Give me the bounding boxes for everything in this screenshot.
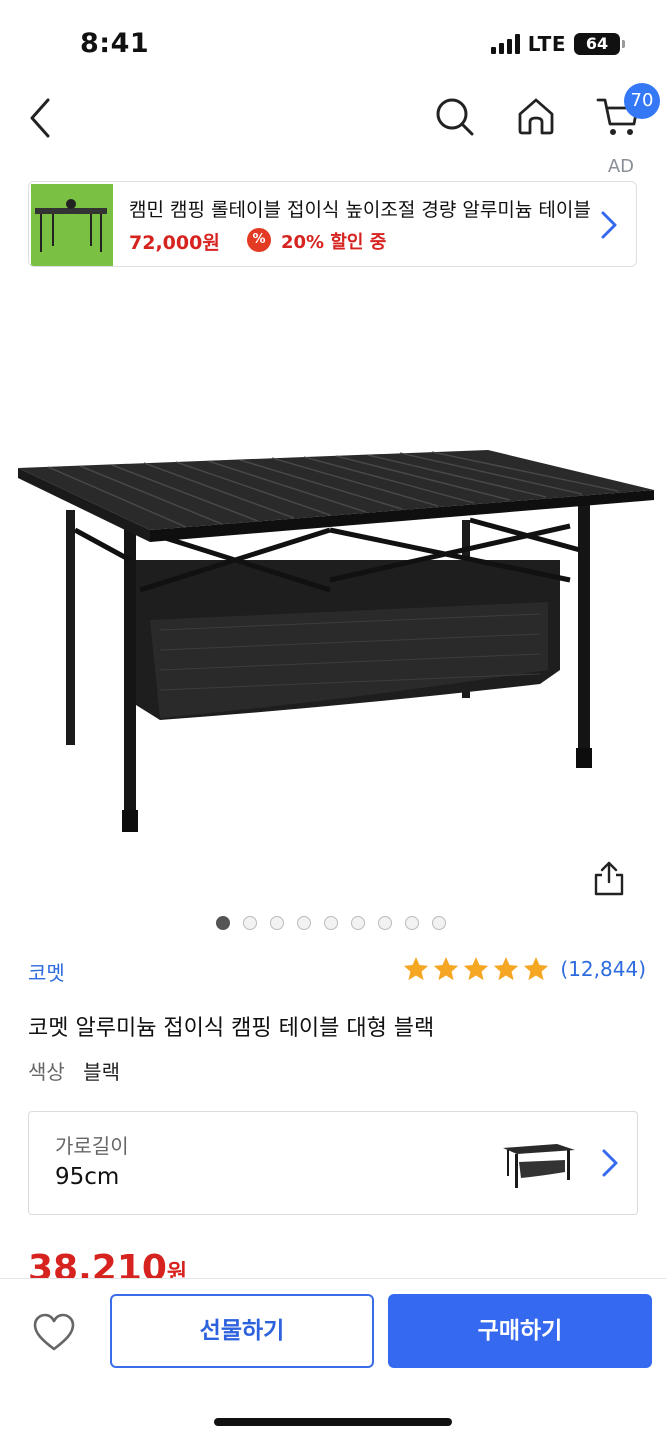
star-icon xyxy=(494,957,519,981)
sale-price: 38,210원 xyxy=(28,1248,187,1278)
option-value: 95cm xyxy=(55,1164,120,1190)
top-nav xyxy=(0,80,666,160)
price-unit: 원 xyxy=(166,1261,188,1278)
pagination-dot[interactable] xyxy=(405,916,419,930)
pagination-dot[interactable] xyxy=(351,916,365,930)
pagination-dot[interactable] xyxy=(378,916,392,930)
product-title: 코멧 알루미늄 접이식 캠핑 테이블 대형 블랙 xyxy=(28,1016,435,1041)
chevron-right-icon xyxy=(602,1149,618,1177)
rating-count[interactable]: (12,844) xyxy=(560,957,646,981)
camping-table-image xyxy=(18,450,654,832)
bottom-action-bar: 선물하기 구매하기 xyxy=(0,1278,666,1440)
heart-icon[interactable] xyxy=(32,1313,76,1353)
search-icon[interactable] xyxy=(434,96,476,138)
brand-link[interactable]: 코멧 xyxy=(28,957,65,986)
rating-stars xyxy=(402,955,550,983)
gallery-pagination xyxy=(216,916,446,930)
pagination-dot[interactable] xyxy=(243,916,257,930)
option-thumbnail xyxy=(503,1144,575,1188)
star-icon xyxy=(524,957,549,981)
ad-price: 72,000원 xyxy=(129,232,220,254)
network-label: LTE xyxy=(527,32,566,56)
star-icon xyxy=(404,957,429,981)
pagination-dot[interactable] xyxy=(297,916,311,930)
ad-title: 캠민 캠핑 롤테이블 접이식 높이조절 경량 알루미늄 테이블 xyxy=(129,199,591,221)
cart-count-badge: 70 xyxy=(624,83,660,119)
color-value: 블랙 xyxy=(83,1060,120,1084)
home-indicator xyxy=(214,1418,452,1426)
color-label: 색상 xyxy=(28,1060,65,1084)
chevron-right-icon xyxy=(601,211,617,239)
buy-button[interactable]: 구매하기 xyxy=(388,1294,652,1368)
signal-icon xyxy=(490,34,520,54)
color-row: 색상 블랙 xyxy=(28,1056,120,1085)
ad-table-image xyxy=(35,199,107,252)
pagination-dot[interactable] xyxy=(432,916,446,930)
ad-thumbnail xyxy=(31,184,113,266)
status-indicators: LTE 64 xyxy=(490,32,625,56)
width-option-selector[interactable]: 가로길이 95cm xyxy=(28,1111,638,1215)
back-icon[interactable] xyxy=(26,96,56,140)
share-icon[interactable] xyxy=(590,860,628,898)
status-time: 8:41 xyxy=(80,28,150,59)
star-icon xyxy=(464,957,489,981)
discount-badge-icon: % xyxy=(247,228,271,252)
pagination-dot[interactable] xyxy=(270,916,284,930)
star-icon xyxy=(434,957,459,981)
ad-discount: 20% 할인 중 xyxy=(281,232,387,253)
gift-button[interactable]: 선물하기 xyxy=(110,1294,374,1368)
option-label: 가로길이 xyxy=(55,1134,129,1158)
ad-banner[interactable]: 캠민 캠핑 롤테이블 접이식 높이조절 경량 알루미늄 테이블 72,000원 … xyxy=(28,181,637,267)
pagination-dot[interactable] xyxy=(216,916,230,930)
status-bar: 8:41 LTE 64 xyxy=(0,0,666,80)
battery-icon: 64 xyxy=(574,33,625,55)
ad-label: AD xyxy=(607,156,634,177)
rating[interactable]: (12,844) xyxy=(402,955,646,983)
price-amount: 38,210 xyxy=(28,1248,167,1278)
pagination-dot[interactable] xyxy=(324,916,338,930)
product-image[interactable] xyxy=(0,290,666,900)
home-icon[interactable] xyxy=(516,96,556,136)
